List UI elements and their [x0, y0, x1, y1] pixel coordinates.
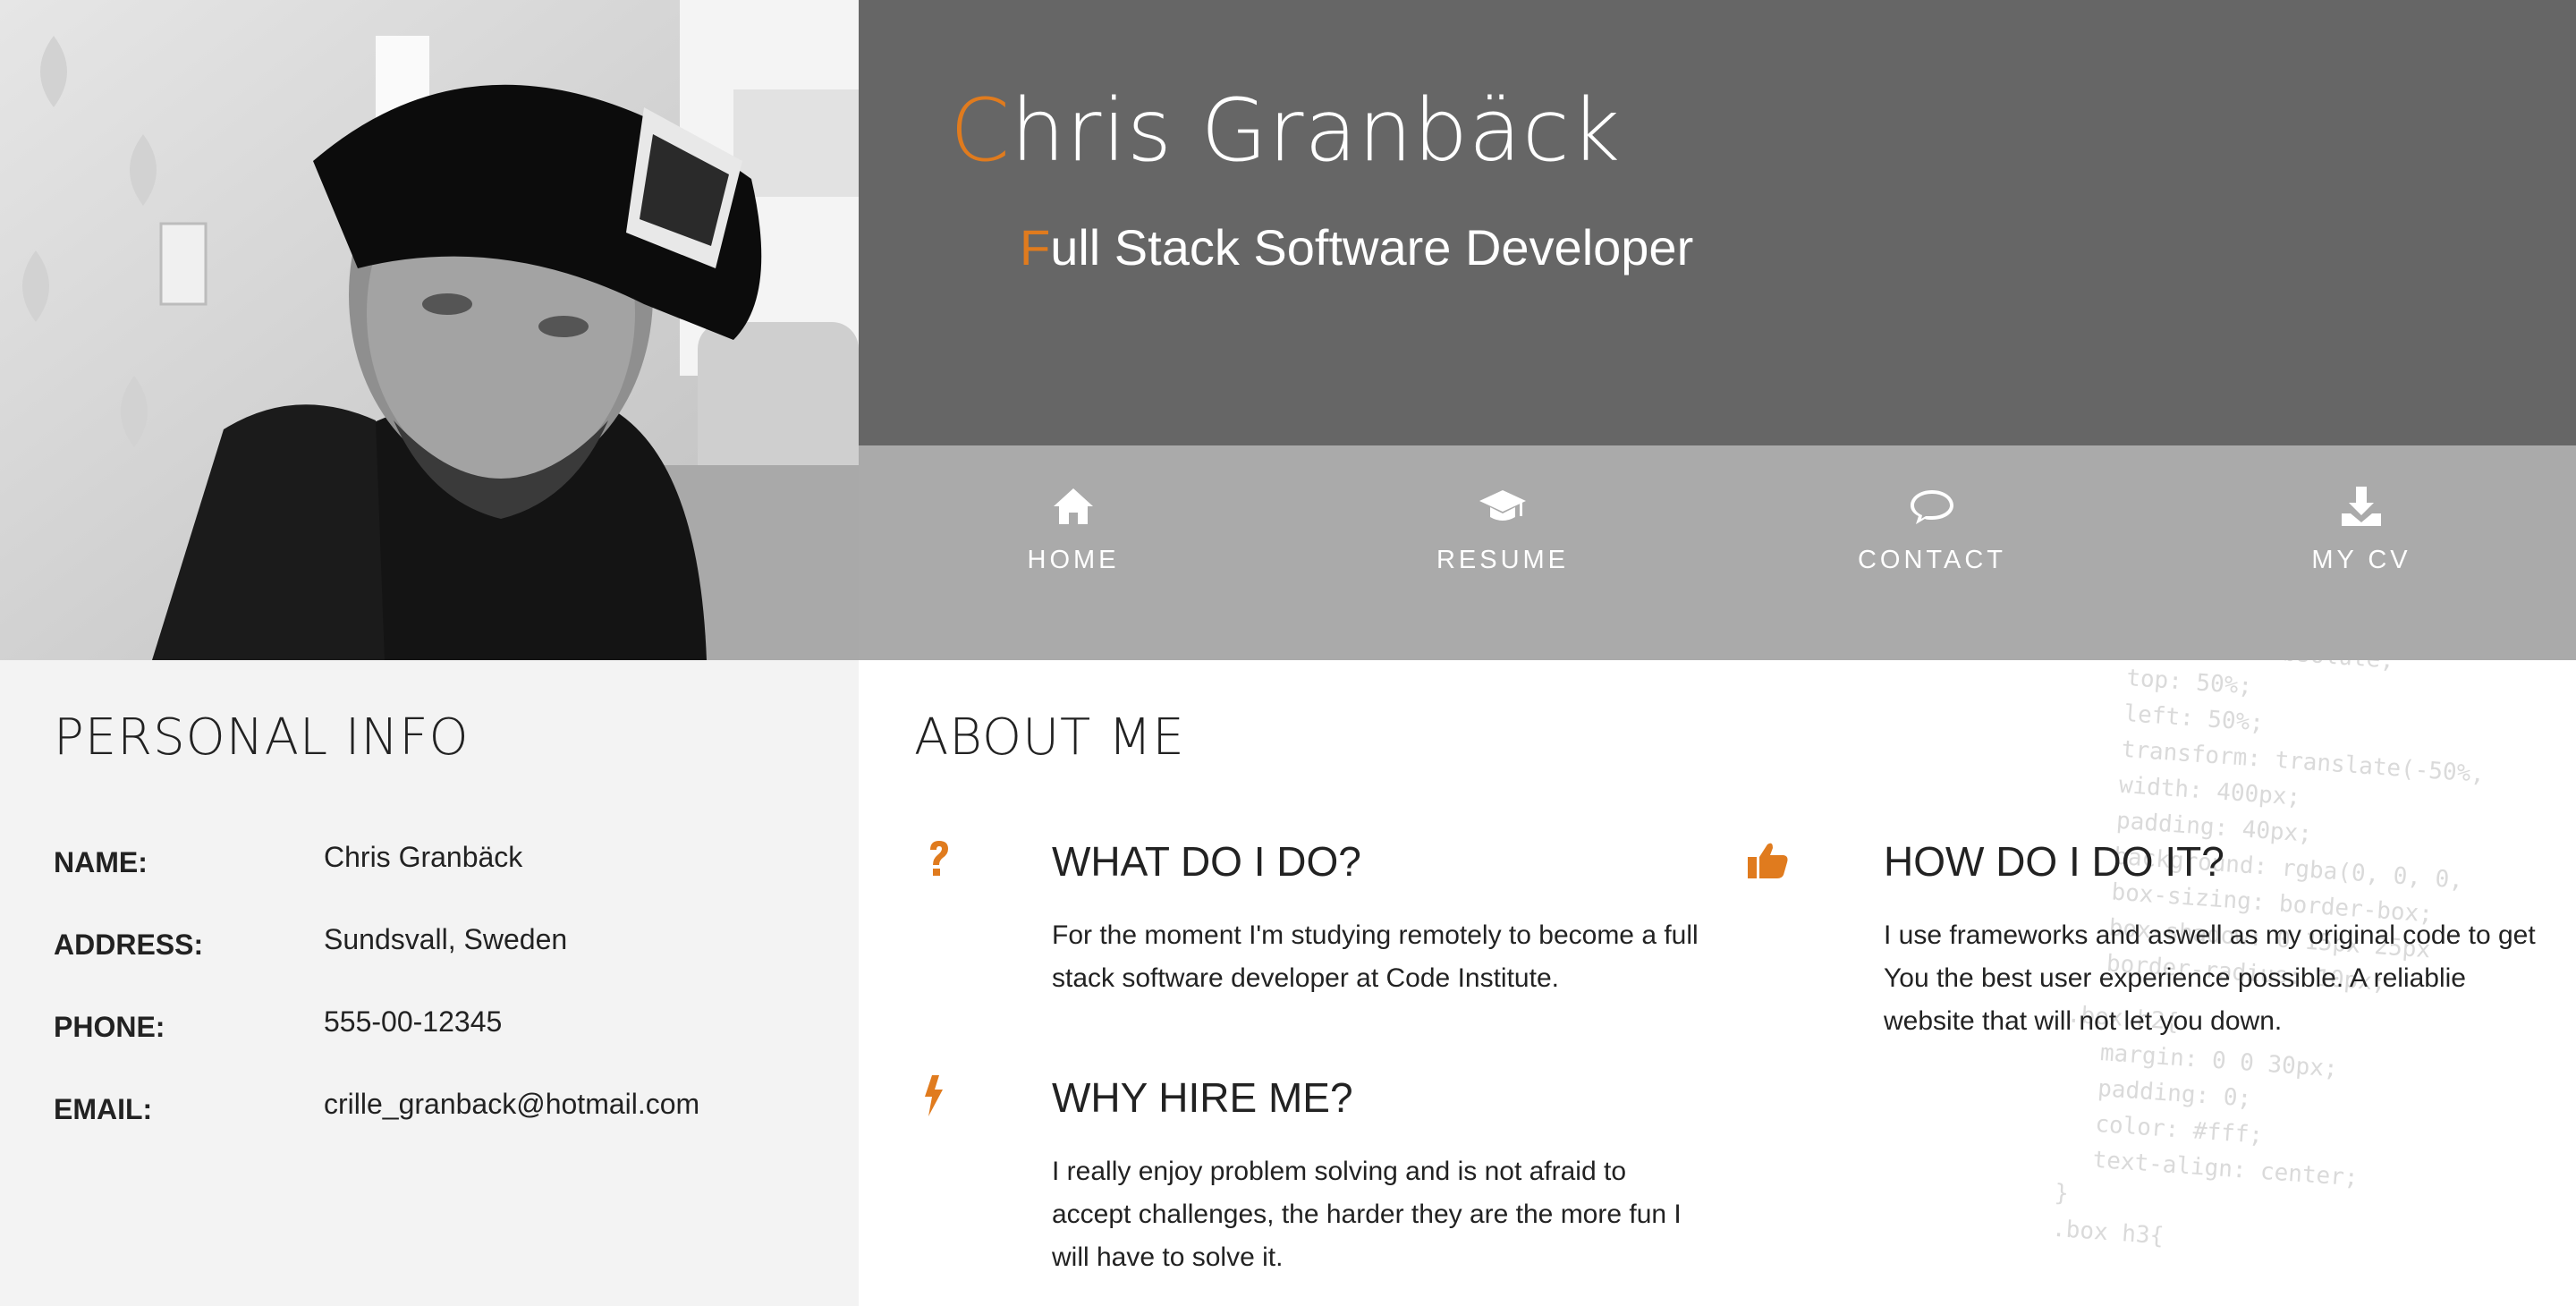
- info-key: ADDRESS:: [54, 929, 204, 961]
- question-mark-icon: [914, 837, 959, 882]
- info-value: Chris Granbäck: [324, 841, 523, 873]
- info-value: 555-00-12345: [324, 1005, 503, 1038]
- title-accent-letter: C: [950, 81, 1012, 181]
- info-key: EMAIL:: [54, 1093, 153, 1125]
- page-title: Chris Granbäck: [950, 81, 1621, 181]
- subtitle-accent-letter: F: [1020, 219, 1051, 276]
- feature-title: HOW DO I DO IT?: [1884, 838, 2224, 885]
- header: Chris Granbäck Full Stack Software Devel…: [859, 0, 2576, 445]
- feature-text: I really enjoy problem solving and is no…: [1052, 1157, 1682, 1272]
- nav-resume-label: RESUME: [1436, 546, 1570, 574]
- feature-text: For the moment I'm studying remotely to …: [1052, 920, 1699, 993]
- feature-title: WHAT DO I DO?: [1052, 838, 1361, 885]
- feature-text: I use frameworks and aswell as my origin…: [1884, 920, 2536, 1036]
- nav-home-label: HOME: [1027, 546, 1120, 574]
- info-row-name: NAME: Chris Granbäck: [54, 841, 823, 886]
- speech-bubble-icon: [1911, 490, 1953, 524]
- nav-resume[interactable]: RESUME: [1288, 445, 1717, 660]
- title-rest: hris Granbäck: [1011, 81, 1622, 181]
- thumbs-up-icon: [1746, 837, 1791, 882]
- info-row-phone: PHONE: 555-00-12345: [54, 1005, 823, 1050]
- info-key: PHONE:: [54, 1011, 165, 1043]
- nav-contact-label: CONTACT: [1857, 546, 2006, 574]
- nav-my-cv[interactable]: MY CV: [2147, 445, 2576, 660]
- nav-my-cv-label: MY CV: [2311, 546, 2411, 574]
- personal-info-section: PERSONAL INFO NAME: Chris Granbäck ADDRE…: [0, 660, 859, 1306]
- lightning-bolt-icon: [914, 1073, 959, 1118]
- info-value[interactable]: crille_granback@hotmail.com: [324, 1088, 699, 1121]
- info-value: Sundsvall, Sweden: [324, 923, 568, 955]
- subtitle-rest: ull Stack Software Developer: [1050, 219, 1694, 276]
- info-row-address: ADDRESS: Sundsvall, Sweden: [54, 923, 823, 968]
- nav-contact[interactable]: CONTACT: [1717, 445, 2147, 660]
- personal-info-title: PERSONAL INFO: [54, 708, 470, 767]
- info-row-email: EMAIL: crille_granback@hotmail.com: [54, 1088, 823, 1132]
- home-icon: [1054, 488, 1093, 524]
- nav-home[interactable]: HOME: [859, 445, 1288, 660]
- main-nav: HOME RESUME CONTACT MY CV: [859, 445, 2576, 660]
- about-title: ABOUT ME: [914, 708, 1185, 767]
- profile-photo: [0, 0, 859, 660]
- info-key: NAME:: [54, 846, 148, 878]
- download-icon: [2342, 487, 2381, 526]
- feature-title: WHY HIRE ME?: [1052, 1074, 1353, 1121]
- about-section: position: absolute; top: 50%; left: 50%;…: [859, 660, 2576, 1306]
- page-subtitle: Full Stack Software Developer: [1020, 218, 1693, 276]
- graduation-cap-icon: [1479, 490, 1526, 521]
